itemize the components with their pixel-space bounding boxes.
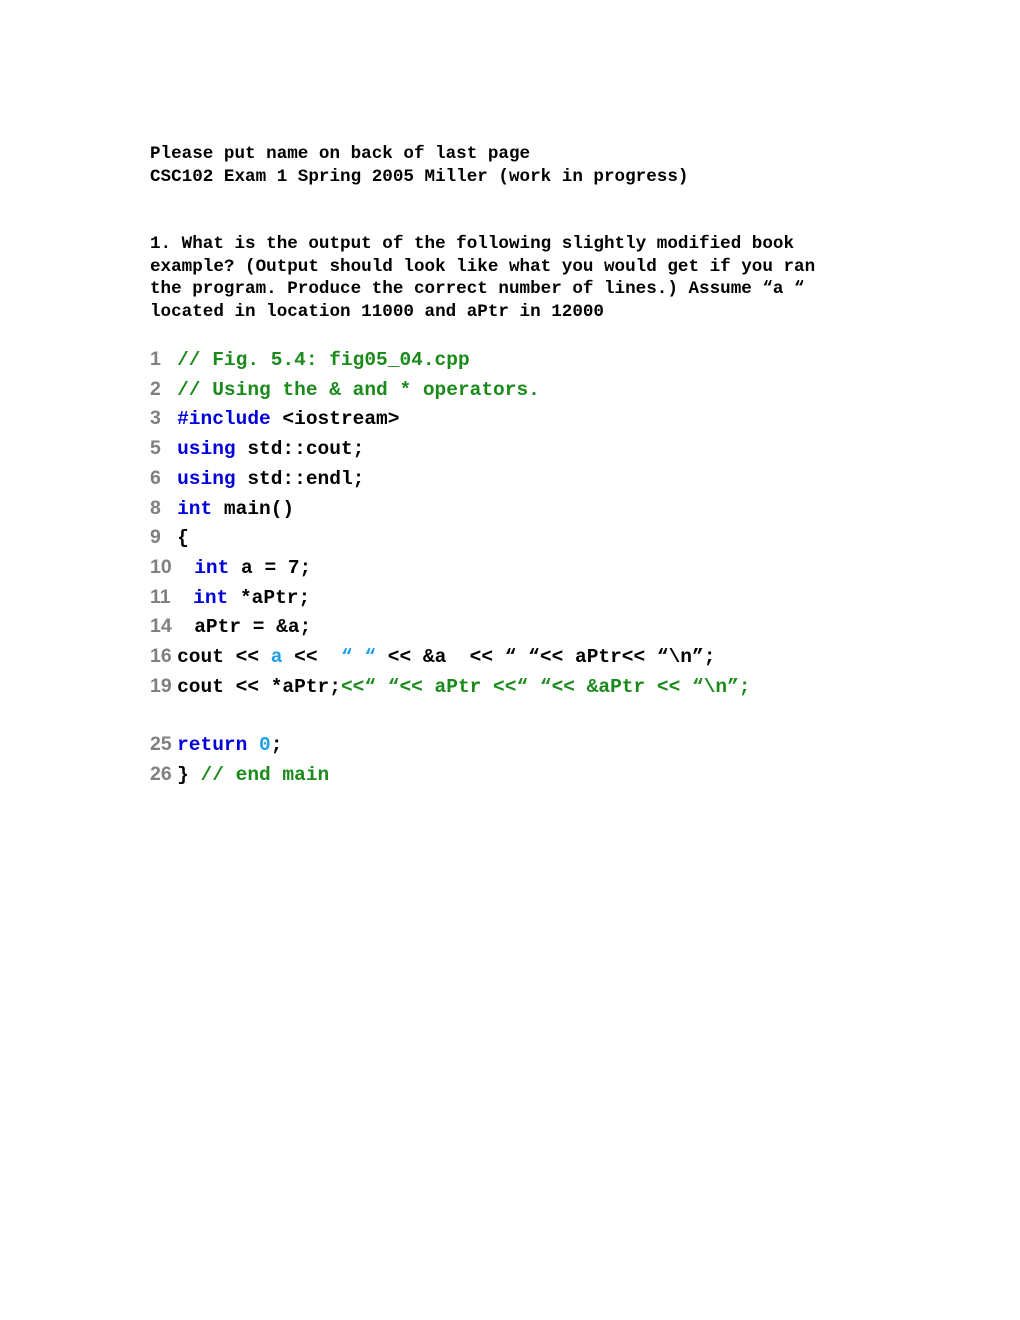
code-line: 8 int main() (150, 494, 850, 524)
code-segment-kw: using (177, 438, 236, 461)
code-line: 25 return 0; (150, 730, 850, 760)
code-segment-cm: // end main (200, 763, 330, 786)
code-line-number: 11 (150, 585, 182, 608)
code-line: 3 #include <iostream> (150, 404, 850, 434)
code-line-number: 9 (150, 526, 178, 549)
code-segment-cm: // Using the & and * operators. (177, 378, 540, 401)
code-segment-kw: int (194, 556, 230, 579)
code-line: 26 } // end main (150, 760, 850, 790)
code-line: 19 cout << *aPtr;<<“ “<< aPtr <<“ “<< &a… (150, 672, 850, 702)
code-listing: 1 // Fig. 5.4: fig05_04.cpp 2 // Using th… (150, 345, 850, 790)
code-line: 11 int *aPtr; (150, 583, 850, 613)
code-line: 2 // Using the & and * operators. (150, 375, 850, 405)
code-segment-pl: std::cout; (235, 438, 365, 461)
code-segment-pl: cout << (177, 646, 271, 669)
code-line-number: 19 (150, 674, 178, 697)
question-1-text: 1. What is the output of the following s… (150, 234, 826, 322)
code-line: 9 { (150, 523, 850, 553)
code-line-number: 26 (150, 762, 178, 785)
code-segment-lit: a (270, 646, 283, 669)
code-line-number: 6 (150, 466, 178, 489)
code-segment-pl: <iostream> (270, 408, 400, 431)
code-line-number: 3 (150, 407, 178, 430)
code-line-number: 1 (150, 348, 178, 370)
code-line-number: 10 (150, 555, 183, 578)
code-segment-lit: 0 (259, 734, 271, 757)
code-line-number: 16 (150, 645, 178, 668)
header-spacer (150, 188, 850, 233)
code-segment-pl: main() (212, 497, 295, 520)
code-segment-pl: ; (270, 734, 283, 757)
code-segment-pl: *aPtr; (228, 586, 311, 609)
exam-header: Please put name on back of last page CSC… (150, 143, 850, 188)
code-line-number: 8 (150, 496, 178, 519)
header-line-name-notice: Please put name on back of last page (150, 144, 531, 164)
code-segment-pl: } (177, 763, 201, 786)
code-line: 14 aPtr = &a; (150, 612, 850, 642)
document-page: Please put name on back of last page CSC… (0, 0, 1020, 1320)
code-segment-pl: << &a << “ “<< aPtr<< “\n”; (376, 646, 716, 669)
code-segment-pl: aPtr = &a; (182, 616, 312, 639)
code-segment-cm: // Fig. 5.4: fig05_04.cpp (177, 349, 470, 371)
code-segment-pl: { (177, 527, 189, 550)
code-line-number: 2 (150, 377, 178, 400)
code-line: 6 using std::endl; (150, 464, 850, 494)
code-segment-kw: using (177, 467, 236, 490)
code-segment-pl: a = 7; (229, 556, 312, 579)
question-code-spacer (150, 323, 850, 345)
header-line-course-info: CSC102 Exam 1 Spring 2005 Miller (work i… (150, 166, 689, 187)
code-segment-pl: cout << *aPtr; (177, 675, 341, 698)
code-segment-kw: #include (177, 408, 271, 431)
code-line: 5 using std::cout; (150, 434, 850, 464)
code-segment-kw: int (177, 497, 213, 520)
document-content: Please put name on back of last page CSC… (150, 143, 850, 790)
code-segment-pl (247, 734, 259, 756)
code-line-number: 5 (150, 437, 178, 460)
code-segment-cm: <<“ “<< aPtr <<“ “<< &aPtr << “\n”; (340, 675, 751, 698)
code-line: 16 cout << a << “ “ << &a << “ “<< aPtr<… (150, 642, 850, 672)
code-segment-kw: return (177, 734, 248, 757)
code-line-number: 14 (150, 615, 183, 638)
code-segment-pl (181, 587, 193, 609)
code-line: 1 // Fig. 5.4: fig05_04.cpp (150, 345, 850, 375)
code-segment-pl: std::endl; (235, 467, 365, 490)
code-segment-pl: << (282, 646, 330, 669)
code-segment-kw: int (193, 586, 229, 609)
code-segment-pl (183, 557, 195, 579)
code-line: 10 int a = 7; (150, 553, 850, 583)
code-line-number: 25 (150, 733, 178, 756)
code-segment-lit: “ “ (329, 646, 377, 669)
